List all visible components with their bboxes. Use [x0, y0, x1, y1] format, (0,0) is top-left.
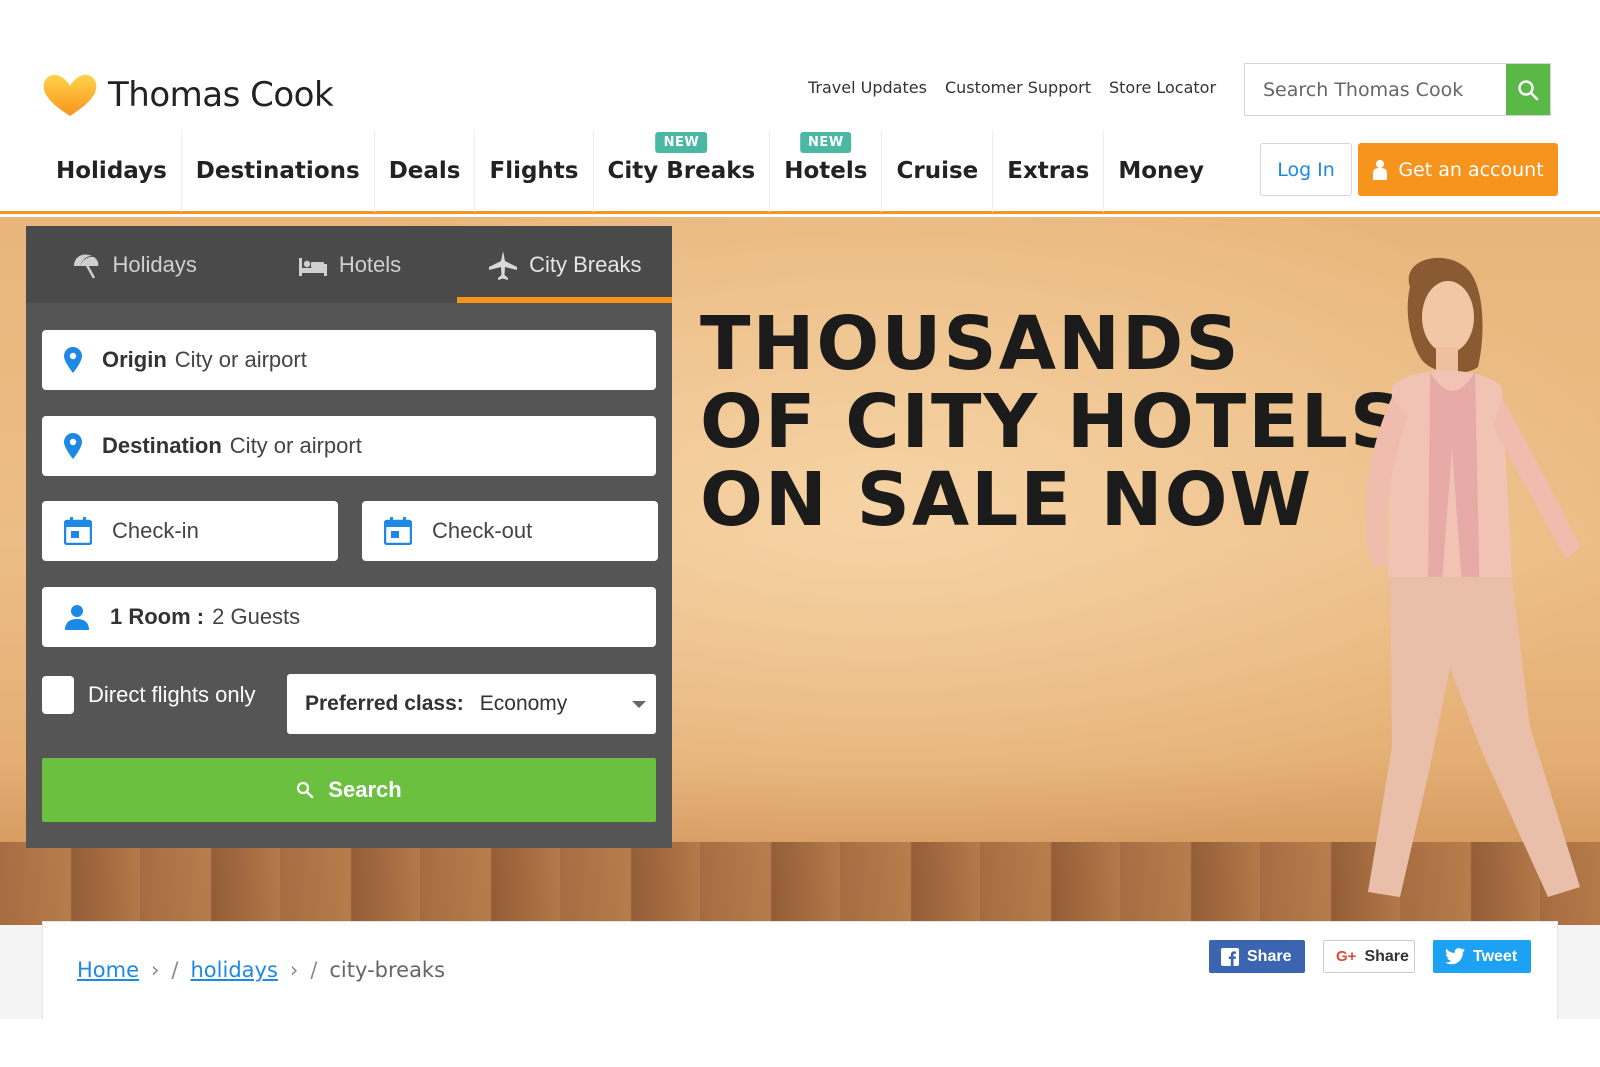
site-search [1244, 63, 1551, 116]
nav-label: Flights [489, 158, 579, 184]
breadcrumb: Home › / holidays › / city-breaks [77, 958, 445, 982]
nav-label: Cruise [896, 158, 979, 184]
tab-label: Hotels [338, 251, 402, 277]
checkin-label: Check-in [112, 518, 199, 543]
nav-label: Holidays [56, 158, 167, 184]
search-widget: Holidays Hotels City Breaks Origin City … [26, 226, 673, 848]
tab-city-breaks[interactable]: City Breaks [456, 226, 673, 303]
preferred-class-value: Economy [479, 692, 568, 715]
nav-deals[interactable]: Deals [375, 130, 476, 212]
store-locator-link[interactable]: Store Locator [1109, 78, 1216, 97]
origin-input[interactable]: City or airport [175, 347, 307, 373]
nav-holidays[interactable]: Holidays [42, 130, 182, 212]
google-plus-icon: G+ [1336, 948, 1357, 965]
nav-money[interactable]: Money [1104, 130, 1218, 212]
heart-logo-icon [43, 74, 97, 116]
google-plus-share-button[interactable]: G+ Share [1323, 940, 1415, 973]
nav-city-breaks[interactable]: NEW City Breaks [594, 130, 771, 212]
chevron-right-icon: › [151, 958, 160, 982]
plane-icon [489, 250, 518, 280]
get-account-button[interactable]: Get an account [1358, 143, 1558, 196]
user-icon [1373, 159, 1388, 180]
nav-label: Destinations [195, 158, 360, 184]
nav-label: Extras [1007, 158, 1090, 184]
nav-label: Money [1118, 158, 1205, 184]
checkout-field[interactable]: Check-out [362, 501, 658, 561]
search-icon [297, 781, 314, 799]
calendar-icon [64, 517, 92, 545]
search-button-label: Search [328, 777, 402, 802]
social-share-buttons: Share G+ Share Tweet [1209, 940, 1531, 973]
chevron-down-icon [632, 701, 646, 708]
facebook-share-label: Share [1247, 947, 1292, 965]
person-icon [65, 605, 89, 630]
new-badge: NEW [655, 132, 708, 153]
preferred-class-select[interactable]: Preferred class: Economy [287, 674, 656, 734]
location-pin-icon [64, 347, 82, 373]
location-pin-icon [64, 433, 82, 459]
checkin-field[interactable]: Check-in [42, 501, 338, 561]
direct-flights-option: Direct flights only [42, 676, 256, 714]
twitter-bird-icon [1445, 948, 1465, 965]
direct-flights-checkbox[interactable] [42, 676, 74, 714]
twitter-tweet-label: Tweet [1473, 947, 1518, 965]
get-account-label: Get an account [1398, 158, 1544, 181]
destination-field[interactable]: Destination City or airport [42, 416, 656, 476]
nav-hotels[interactable]: NEW Hotels [770, 130, 883, 212]
nav-label: Hotels [784, 158, 868, 184]
tab-label: Holidays [112, 251, 197, 277]
search-tabs: Holidays Hotels City Breaks [26, 226, 673, 303]
guests-field[interactable]: 1 Room : 2 Guests [42, 587, 656, 647]
new-badge: NEW [800, 132, 852, 153]
chevron-right-icon: › [289, 958, 299, 982]
brand-name: Thomas Cook [108, 75, 334, 115]
travel-updates-link[interactable]: Travel Updates [808, 78, 927, 97]
tab-label: City Breaks [529, 251, 642, 277]
guests-value: 2 Guests [212, 604, 301, 629]
facebook-share-button[interactable]: Share [1209, 940, 1305, 973]
preferred-class-label: Preferred class: [305, 692, 464, 715]
breadcrumb-home[interactable]: Home [77, 958, 139, 982]
breadcrumb-card: Home › / holidays › / city-breaks Share … [42, 921, 1558, 1019]
thomas-cook-logo[interactable]: Thomas Cook [40, 72, 334, 118]
site-search-button[interactable] [1506, 64, 1550, 115]
utility-links: Travel Updates Customer Support Store Lo… [808, 78, 1216, 97]
umbrella-icon [74, 253, 99, 279]
facebook-icon [1221, 947, 1239, 966]
origin-field[interactable]: Origin City or airport [42, 330, 656, 390]
site-header: Thomas Cook Travel Updates Customer Supp… [0, 0, 1600, 214]
destination-label: Destination [102, 433, 222, 458]
tab-hotels[interactable]: Hotels [241, 226, 456, 303]
google-share-label: Share [1364, 947, 1409, 965]
nav-extras[interactable]: Extras [993, 130, 1105, 212]
walking-woman-image [1365, 257, 1580, 897]
breadcrumb-slash: / [310, 958, 318, 982]
calendar-icon [384, 517, 412, 545]
breadcrumb-holidays[interactable]: holidays [191, 958, 278, 982]
destination-input[interactable]: City or airport [230, 433, 362, 459]
nav-label: Deals [388, 158, 461, 184]
rooms-label: 1 Room : [110, 604, 205, 629]
bed-icon [298, 257, 327, 276]
search-button[interactable]: Search [42, 758, 656, 822]
site-search-input[interactable] [1245, 64, 1506, 115]
nav-destinations[interactable]: Destinations [182, 130, 375, 212]
breadcrumb-current: city-breaks [329, 958, 446, 982]
direct-flights-label: Direct flights only [88, 682, 256, 707]
tab-holidays[interactable]: Holidays [26, 226, 241, 303]
nav-cruise[interactable]: Cruise [882, 130, 994, 212]
checkout-label: Check-out [432, 518, 533, 543]
nav-label: City Breaks [607, 158, 756, 184]
twitter-tweet-button[interactable]: Tweet [1433, 940, 1531, 973]
login-button[interactable]: Log In [1260, 143, 1352, 196]
customer-support-link[interactable]: Customer Support [945, 78, 1091, 97]
breadcrumb-slash: / [171, 958, 179, 982]
search-icon [1518, 79, 1539, 100]
origin-label: Origin [102, 347, 167, 372]
main-nav: Holidays Destinations Deals Flights NEW … [42, 130, 1218, 212]
nav-flights[interactable]: Flights [475, 130, 594, 212]
